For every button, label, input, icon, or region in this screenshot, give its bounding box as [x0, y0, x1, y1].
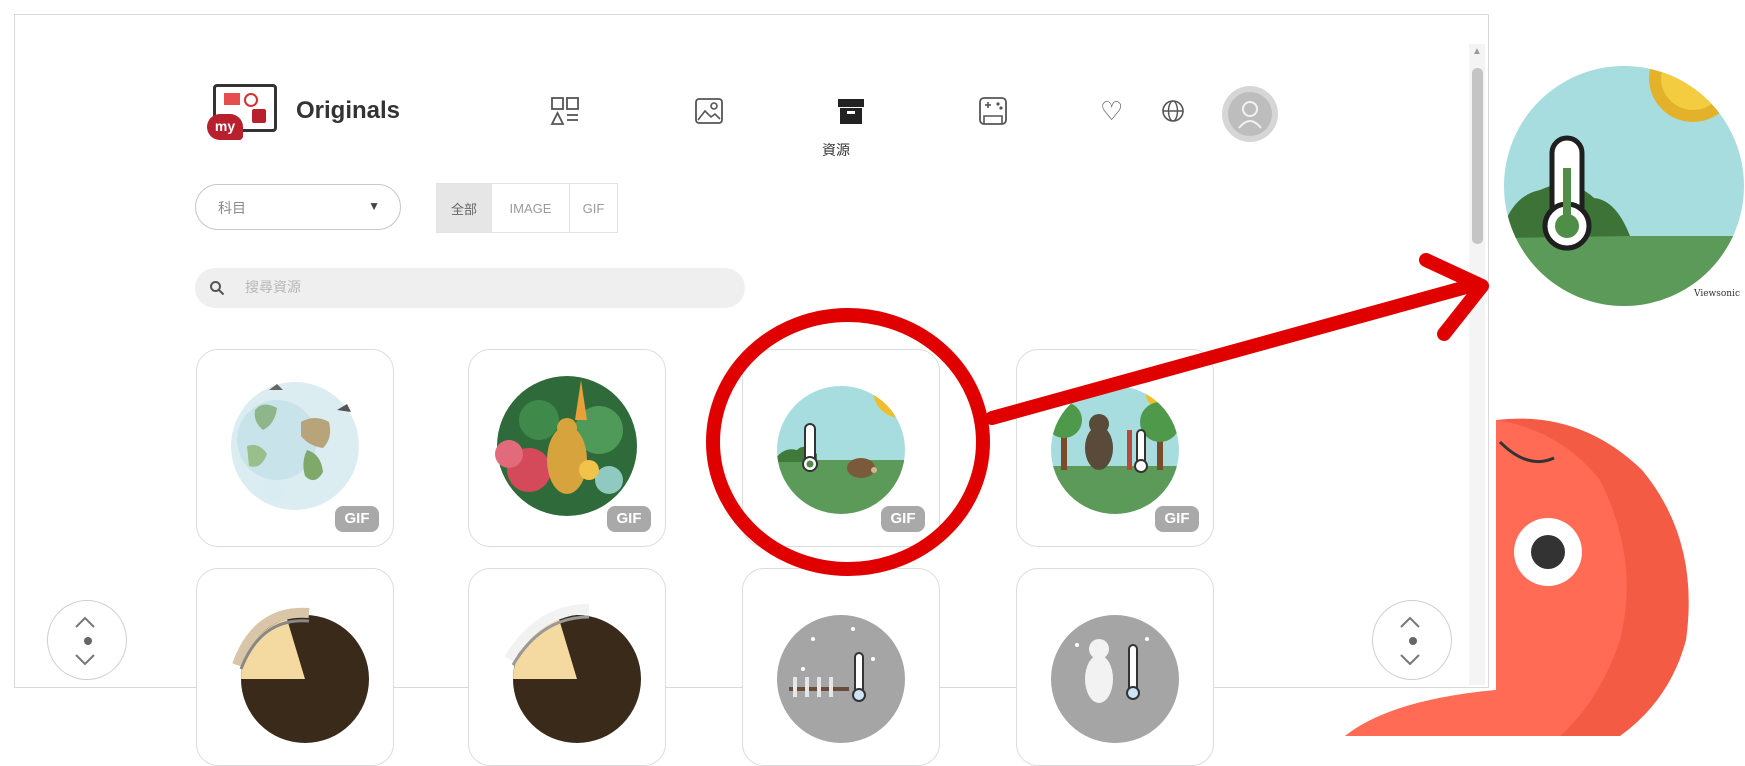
highlight-circle	[706, 308, 990, 576]
zoomed-thumbnail: Viewsonic	[1504, 66, 1744, 306]
mascot-character	[1345, 418, 1689, 736]
pointer-arrow	[985, 253, 1489, 425]
annotation-overlay: Viewsonic	[706, 66, 1744, 736]
svg-text:Viewsonic: Viewsonic	[1693, 289, 1740, 299]
